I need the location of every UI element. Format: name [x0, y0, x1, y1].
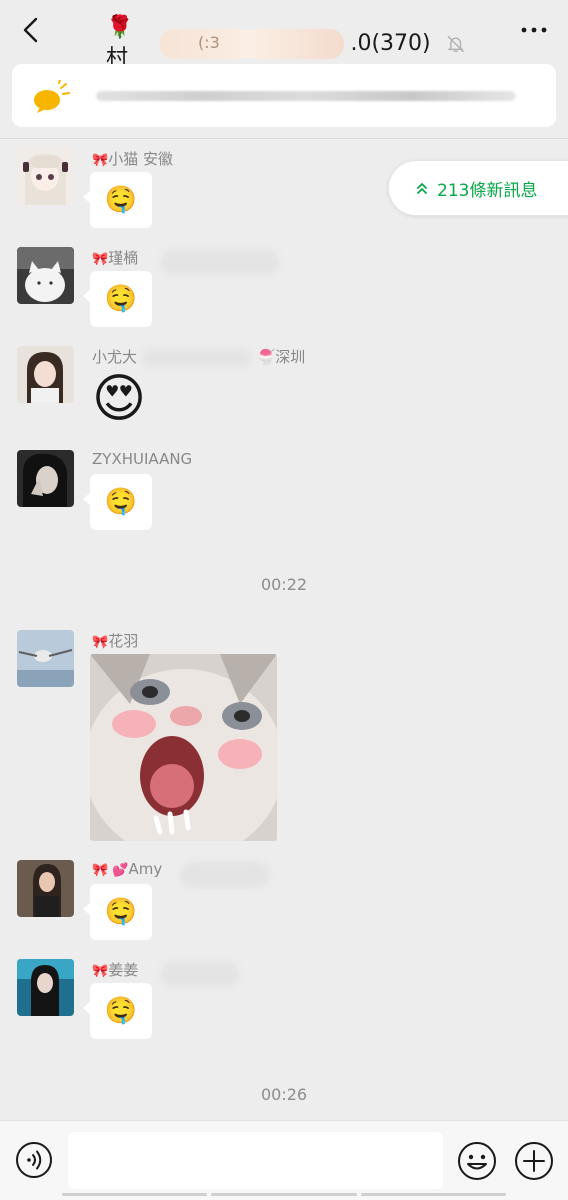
home-indicator	[62, 1193, 506, 1196]
smiley-icon[interactable]	[457, 1141, 497, 1181]
bell-slash-icon	[447, 35, 464, 52]
avatar[interactable]	[17, 247, 74, 304]
drooling-emoji: 🤤	[104, 487, 138, 517]
sender-prefix: 🎀	[92, 964, 109, 979]
sender-tail: 🍧深圳	[256, 348, 306, 366]
voice-icon[interactable]	[15, 1141, 53, 1179]
group-notice-banner[interactable]	[12, 64, 556, 127]
message-bubble[interactable]: 🤤	[83, 884, 152, 940]
timestamp: 00:26	[260, 1085, 308, 1104]
sender-prefix: 🎀	[92, 252, 109, 267]
blurred-notice-text	[96, 91, 516, 101]
obscured-title-sticker	[159, 28, 345, 59]
sender-name: 🎀小猫 安徽	[92, 148, 173, 169]
double-chevron-up-icon	[417, 183, 427, 194]
sender-label: ZYXHUIAANG	[92, 450, 193, 468]
message-input[interactable]	[68, 1132, 443, 1189]
new-messages-label: 213條新訊息	[437, 180, 538, 201]
drooling-emoji: 🤤	[104, 185, 138, 215]
chevron-left-icon[interactable]	[14, 12, 50, 48]
avatar[interactable]	[17, 148, 74, 205]
heart-eyes-emoji: 😍	[91, 369, 147, 429]
avatar[interactable]	[17, 346, 74, 403]
sender-prefix: 🎀 💕	[92, 863, 129, 878]
drooling-emoji: 🤤	[104, 996, 138, 1026]
sender-label: 姜姜	[108, 961, 139, 979]
speech-bubble-icon	[34, 80, 70, 113]
blurred-region	[160, 961, 240, 987]
sender-label: 花羽	[108, 632, 139, 650]
more-dots-icon[interactable]	[520, 20, 548, 40]
sender-name: 🎀姜姜	[92, 959, 138, 980]
sender-label: 小尤大	[92, 348, 138, 366]
avatar[interactable]	[17, 450, 74, 507]
sender-name: 🎀花羽	[92, 630, 138, 651]
chat-title-suffix: .0(370)	[350, 31, 431, 56]
sender-prefix: 🎀	[92, 635, 109, 650]
blurred-region	[141, 348, 252, 367]
sender-name: 🎀 💕Amy	[92, 860, 162, 878]
message-bubble[interactable]: 🤤	[83, 983, 152, 1039]
timestamp: 00:22	[260, 575, 308, 594]
plus-circle-icon[interactable]	[514, 1141, 554, 1181]
new-messages-button[interactable]: 213條新訊息	[388, 160, 568, 216]
drooling-emoji: 🤤	[104, 897, 138, 927]
sender-name: 🎀瑾樀	[92, 247, 138, 268]
chat-header: 🌹村 .0(370)	[0, 0, 568, 71]
avatar[interactable]	[17, 630, 74, 687]
input-bar	[0, 1120, 568, 1200]
message-bubble[interactable]: 🤤	[83, 474, 152, 530]
header-divider	[0, 138, 568, 139]
message-bubble[interactable]: 🤤	[83, 172, 152, 228]
avatar[interactable]	[17, 860, 74, 917]
sender-prefix: 🎀	[92, 153, 109, 168]
drooling-emoji: 🤤	[104, 284, 138, 314]
sender-label: 瑾樀	[108, 249, 139, 267]
sender-label: Amy	[128, 860, 163, 878]
message-bubble[interactable]: 🤤	[83, 271, 152, 327]
sender-name: 小尤大 🍧深圳	[92, 346, 305, 367]
avatar[interactable]	[17, 959, 74, 1016]
blurred-region	[180, 862, 270, 888]
sticker-emoji[interactable]: 😍	[88, 368, 150, 430]
cat-meme-image[interactable]	[90, 654, 277, 841]
sender-name: ZYXHUIAANG	[92, 450, 192, 468]
sender-label: 小猫 安徽	[108, 150, 173, 168]
blurred-region	[160, 249, 280, 275]
